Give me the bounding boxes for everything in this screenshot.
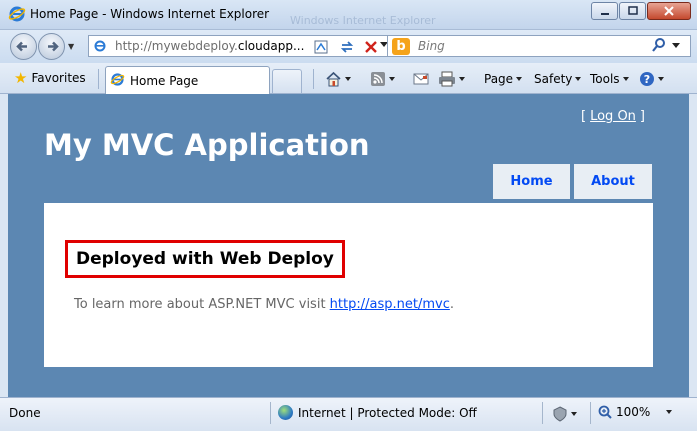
stop-button[interactable] (362, 38, 380, 56)
security-zone-label: Internet | Protected Mode: Off (298, 405, 477, 420)
logon-bracket-close: ] (639, 109, 645, 124)
globe-icon (278, 405, 293, 420)
main-menu: Home About (493, 164, 652, 199)
toolbar-separator (98, 69, 99, 89)
print-dropdown-caret (459, 77, 465, 81)
security-zone[interactable]: Internet | Protected Mode: Off (278, 405, 477, 420)
status-separator (270, 402, 271, 424)
window-title: Home Page - Windows Internet Explorer (30, 7, 270, 21)
logon-link[interactable]: Log On (590, 109, 636, 124)
main-content: Deployed with Web Deploy To learn more a… (44, 203, 653, 367)
ie-logo-icon (8, 5, 26, 23)
zoom-icon (598, 405, 612, 419)
page-menu-caret (516, 77, 523, 81)
safety-menu-label: Safety (534, 72, 573, 86)
window-title-shadow: Windows Internet Explorer (290, 14, 436, 27)
maximize-icon (627, 6, 638, 15)
close-icon (664, 6, 674, 16)
refresh-icon (340, 41, 354, 53)
tab-page-icon (110, 72, 125, 90)
security-shield-icon (553, 406, 567, 422)
forward-button[interactable] (38, 33, 65, 60)
intro-paragraph: To learn more about ASP.NET MVC visit ht… (74, 297, 454, 312)
feeds-dropdown-caret (389, 77, 395, 81)
new-tab-button[interactable] (272, 69, 302, 93)
search-placeholder: Bing (418, 39, 445, 53)
home-button[interactable] (325, 70, 351, 88)
minimize-button[interactable] (591, 2, 618, 20)
read-mail-button[interactable] (413, 70, 429, 88)
forward-arrow-icon (48, 41, 59, 52)
intro-suffix: . (449, 297, 454, 312)
minimize-icon (600, 13, 609, 15)
status-text: Done (9, 406, 41, 420)
back-button[interactable] (10, 33, 37, 60)
help-button[interactable]: ? (639, 70, 664, 88)
search-box[interactable]: b Bing (387, 35, 691, 57)
back-arrow-icon (16, 41, 27, 52)
tab-label: Home Page (130, 73, 199, 88)
zoom-dropdown-caret (666, 410, 673, 414)
home-dropdown-caret (345, 77, 351, 81)
favorites-label: Favorites (31, 71, 86, 85)
page-menu-button[interactable]: Page (484, 70, 523, 88)
printer-icon (439, 71, 455, 87)
home-icon (326, 71, 341, 87)
feeds-button[interactable] (370, 70, 395, 88)
address-toolbar: ▼ http://mywebdeploy.cloudapp... b Bing (0, 30, 697, 63)
status-separator (542, 402, 543, 424)
print-button[interactable] (438, 70, 465, 88)
aspnet-mvc-link[interactable]: http://asp.net/mvc (330, 297, 450, 312)
status-bar: Done Internet | Protected Mode: Off 100% (0, 397, 697, 431)
compatibility-view-icon (314, 40, 328, 54)
compatibility-view-button[interactable] (312, 38, 330, 56)
search-icon[interactable] (652, 37, 666, 57)
refresh-button[interactable] (338, 38, 356, 56)
help-icon: ? (640, 72, 654, 86)
svg-text:?: ? (644, 73, 650, 86)
page-heading: Deployed with Web Deploy (65, 240, 345, 278)
page-viewport: [Log On] My MVC Application Home About D… (8, 94, 689, 397)
tools-menu-button[interactable]: Tools (590, 70, 629, 88)
tools-menu-label: Tools (590, 72, 620, 86)
page-icon (93, 39, 107, 53)
title-bar: Home Page - Windows Internet Explorer Wi… (0, 0, 697, 30)
zoom-control[interactable]: 100% (598, 405, 673, 419)
toolbar-separator (313, 69, 314, 89)
favorites-button[interactable]: ★ Favorites (8, 67, 92, 89)
logon-area: [Log On] (581, 109, 645, 124)
security-dropdown-caret (571, 412, 577, 416)
logon-bracket-open: [ (581, 109, 587, 124)
bing-logo-icon: b (392, 38, 410, 55)
maximize-button[interactable] (619, 2, 646, 20)
security-status-button[interactable] (552, 405, 577, 423)
tab-home-page[interactable]: Home Page (105, 66, 270, 94)
close-button[interactable] (647, 2, 691, 20)
mail-icon (413, 73, 429, 85)
menu-item-home[interactable]: Home (493, 164, 570, 199)
recent-pages-dropdown[interactable]: ▼ (68, 42, 74, 51)
status-separator (590, 402, 591, 424)
tools-menu-caret (622, 77, 629, 81)
rss-feed-icon (371, 72, 385, 86)
menu-item-about[interactable]: About (574, 164, 652, 199)
stop-icon (365, 41, 377, 53)
safety-menu-button[interactable]: Safety (534, 70, 582, 88)
page-menu-label: Page (484, 72, 514, 86)
zoom-level: 100% (616, 405, 651, 419)
favorites-command-bar: ★ Favorites Home Page Page Safety Tools … (0, 63, 697, 94)
help-dropdown-caret (658, 77, 664, 81)
intro-text: To learn more about ASP.NET MVC visit (74, 297, 330, 312)
search-options-dropdown[interactable] (672, 43, 680, 48)
site-title: My MVC Application (44, 128, 370, 162)
window-controls (590, 2, 691, 20)
favorites-star-icon: ★ (14, 69, 28, 87)
safety-menu-caret (575, 77, 582, 81)
